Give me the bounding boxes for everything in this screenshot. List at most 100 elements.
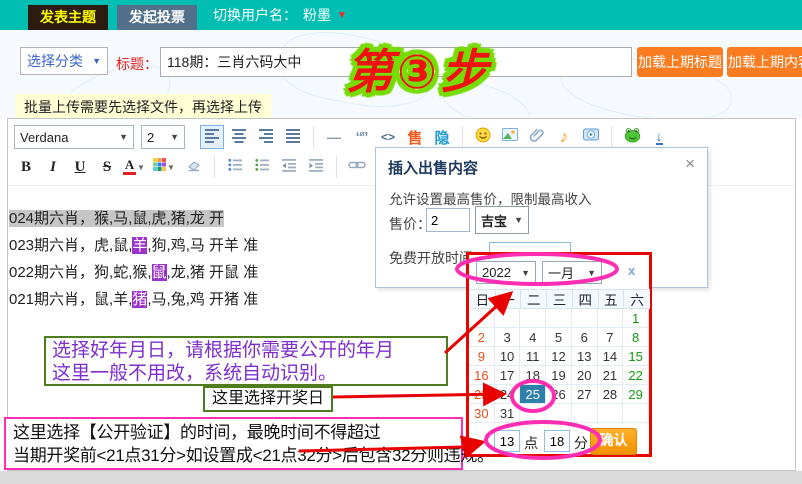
editor-text: ,龙,猪 开鼠 准: [167, 264, 259, 281]
align-center-button[interactable]: [227, 125, 251, 149]
ordered-list-button[interactable]: [223, 155, 247, 179]
calendar-day[interactable]: 3: [495, 328, 521, 347]
import-download-button[interactable]: ↓: [647, 125, 671, 149]
tab-post-topic[interactable]: 发表主题: [28, 5, 108, 30]
eraser-icon: [186, 157, 202, 178]
tab-start-vote[interactable]: 发起投票: [117, 5, 197, 30]
calendar-close-icon[interactable]: x: [628, 263, 635, 278]
calendar-day[interactable]: 13: [572, 347, 598, 366]
calendar-day[interactable]: 18: [520, 366, 546, 385]
calendar-day[interactable]: 7: [598, 328, 624, 347]
unordered-list-button[interactable]: [250, 155, 274, 179]
price-input[interactable]: [426, 208, 470, 232]
align-left-button[interactable]: [200, 125, 224, 149]
quote-icon: “”: [356, 129, 367, 146]
calendar-day[interactable]: 26: [546, 385, 572, 404]
insert-video-button[interactable]: [579, 125, 603, 149]
code-button[interactable]: <>: [376, 125, 400, 149]
calendar-day[interactable]: 16: [469, 366, 495, 385]
calendar-day[interactable]: 28: [598, 385, 624, 404]
confirm-button[interactable]: 确认: [590, 428, 637, 455]
code-icon: <>: [381, 130, 395, 144]
calendar-day[interactable]: 1: [623, 309, 649, 328]
year-select[interactable]: 2022 ▼: [476, 261, 536, 284]
hidden-content-button[interactable]: 隐: [430, 125, 454, 149]
calendar-day[interactable]: 4: [520, 328, 546, 347]
calendar-day[interactable]: 23: [469, 385, 495, 404]
currency-caret-icon: ▼: [514, 215, 523, 225]
annotation-line: 这里选择【公开验证】的时间，最晚时间不得超过: [13, 421, 454, 444]
switch-user-control[interactable]: 切换用户名： 粉墨 ▼: [213, 0, 347, 30]
italic-icon: I: [50, 159, 56, 176]
calendar-day[interactable]: 21: [598, 366, 624, 385]
insert-image-button[interactable]: [498, 125, 522, 149]
calendar-day[interactable]: 17: [495, 366, 521, 385]
font-family-caret-icon: ▼: [119, 132, 128, 142]
step-3-badge: 第③步: [346, 33, 492, 102]
font-family-value: Verdana: [20, 130, 68, 145]
bold-icon: B: [21, 159, 31, 176]
secret-message-button[interactable]: [620, 125, 644, 149]
calendar-day[interactable]: 2: [469, 328, 495, 347]
category-caret-icon: ▼: [92, 56, 101, 66]
calendar-day[interactable]: 19: [546, 366, 572, 385]
hour-input[interactable]: [494, 430, 520, 452]
align-justify-button[interactable]: [281, 125, 305, 149]
music-note-icon: ♪: [560, 127, 569, 147]
blockquote-button[interactable]: “”: [349, 125, 373, 149]
strikethrough-button[interactable]: S: [95, 155, 119, 179]
calendar-day[interactable]: 9: [469, 347, 495, 366]
strikethrough-icon: S: [103, 159, 111, 176]
insert-link-button[interactable]: [345, 155, 369, 179]
calendar-day[interactable]: 8: [623, 328, 649, 347]
calendar-day[interactable]: 6: [572, 328, 598, 347]
font-family-select[interactable]: Verdana ▼: [14, 125, 134, 149]
attachment-button[interactable]: [525, 125, 549, 149]
calendar-day[interactable]: 31: [495, 404, 521, 423]
bold-button[interactable]: B: [14, 155, 38, 179]
insert-music-button[interactable]: ♪: [552, 125, 576, 149]
horizontal-rule-button[interactable]: —: [322, 125, 346, 149]
font-color-button[interactable]: A ▼: [122, 155, 146, 179]
editor-text: 021期六肖，鼠,羊,: [9, 291, 132, 308]
calendar-day[interactable]: 29: [623, 385, 649, 404]
indent-button[interactable]: [304, 155, 328, 179]
popup-close-icon[interactable]: ×: [685, 154, 695, 174]
calendar-day: [623, 404, 649, 423]
align-right-button[interactable]: [254, 125, 278, 149]
font-size-select[interactable]: 2 ▼: [141, 125, 185, 149]
highlight-color-button[interactable]: ▼: [149, 155, 179, 179]
calendar-day[interactable]: 11: [520, 347, 546, 366]
calendar-day-selected[interactable]: 25: [520, 385, 546, 404]
outdent-button[interactable]: [277, 155, 301, 179]
underline-button[interactable]: U: [68, 155, 92, 179]
minute-input[interactable]: [544, 430, 570, 452]
calendar-day[interactable]: 12: [546, 347, 572, 366]
currency-select[interactable]: 吉宝 ▼: [475, 206, 529, 234]
calendar-day-grid: 1234567891011121314151617181920212223242…: [469, 309, 649, 423]
page-bottom-strip: [0, 471, 802, 484]
download-arrow-icon: ↓: [656, 129, 663, 145]
calendar-day[interactable]: 30: [469, 404, 495, 423]
calendar-day[interactable]: 20: [572, 366, 598, 385]
italic-button[interactable]: I: [41, 155, 65, 179]
sell-content-button[interactable]: 售: [403, 125, 427, 149]
editor-content[interactable]: 024期六肖，猴,马,鼠,虎,猪,龙 开023期六肖，虎,鼠,羊,狗,鸡,马 开…: [9, 205, 258, 313]
calendar-day[interactable]: 24: [495, 385, 521, 404]
calendar-day[interactable]: 27: [572, 385, 598, 404]
emoticon-button[interactable]: [471, 125, 495, 149]
month-select[interactable]: 一月 ▼: [542, 261, 602, 284]
load-previous-title-button[interactable]: 加载上期标题: [637, 47, 723, 77]
calendar-day[interactable]: 5: [546, 328, 572, 347]
load-previous-content-button[interactable]: 加载上期内容: [727, 47, 802, 77]
category-select[interactable]: 选择分类 ▼: [20, 47, 108, 75]
calendar-day[interactable]: 22: [623, 366, 649, 385]
user-dropdown-caret-icon[interactable]: ▼: [337, 10, 347, 21]
editor-line: 023期六肖，虎,鼠,羊,狗,鸡,马 开羊 准: [9, 232, 258, 259]
top-navigation-bar: 发表主题 发起投票 切换用户名： 粉墨 ▼: [0, 0, 802, 30]
calendar-day[interactable]: 10: [495, 347, 521, 366]
remove-format-button[interactable]: [182, 155, 206, 179]
calendar-day[interactable]: 15: [623, 347, 649, 366]
calendar-day[interactable]: 14: [598, 347, 624, 366]
annotation-open-day: 这里选择开奖日: [203, 386, 333, 412]
